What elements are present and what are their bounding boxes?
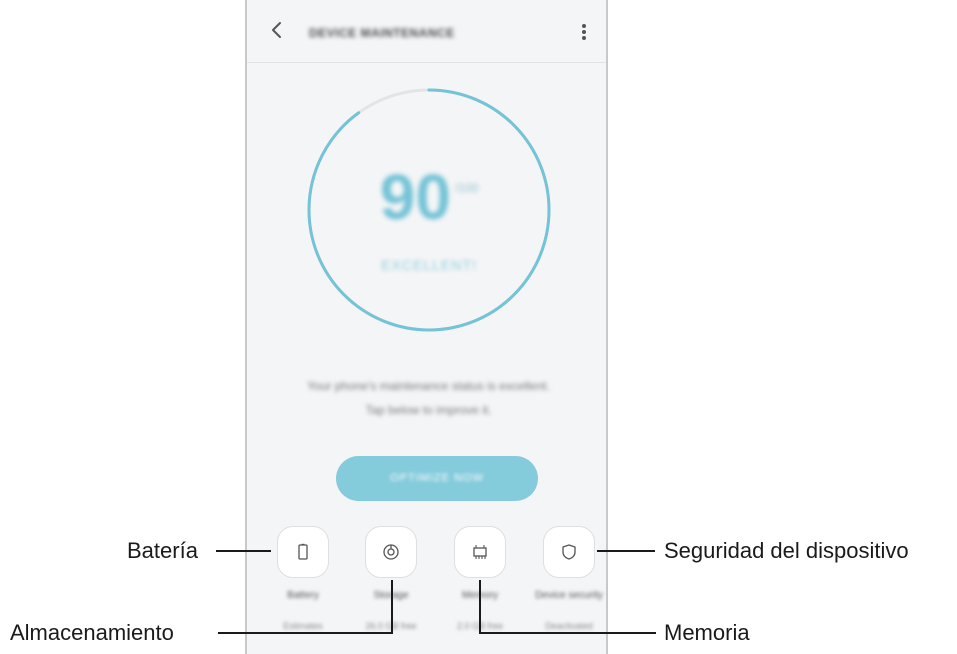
callout-battery: Batería <box>127 538 198 563</box>
callout-memory: Memoria <box>664 620 750 645</box>
score-status: EXCELLENT! <box>381 257 477 273</box>
page-title: DEVICE MAINTENANCE <box>309 26 455 40</box>
callout-storage-line-vertical <box>391 580 393 634</box>
app-bar: DEVICE MAINTENANCE <box>247 0 606 63</box>
callout-memory-line-vertical <box>479 580 481 634</box>
status-message: Your phone's maintenance status is excel… <box>267 374 590 422</box>
chevron-left-icon[interactable] <box>265 18 289 42</box>
battery-icon[interactable] <box>277 526 329 578</box>
optimize-now-button[interactable]: OPTIMIZE NOW <box>336 456 538 501</box>
callout-security-line <box>597 550 655 552</box>
category-device-security-label: Device security <box>535 590 603 601</box>
category-battery-sub: Estimates <box>283 621 323 631</box>
score-value: 90 <box>379 161 451 233</box>
callout-security: Seguridad del dispositivo <box>664 538 909 563</box>
status-message-line-1: Your phone's maintenance status is excel… <box>307 379 550 393</box>
callout-memory-line <box>479 632 656 634</box>
memory-chip-icon[interactable] <box>454 526 506 578</box>
status-message-line-2: Tap below to improve it. <box>365 403 492 417</box>
score-unit: /100 <box>454 181 479 195</box>
more-vertical-icon[interactable] <box>574 22 594 42</box>
category-battery[interactable]: Battery Estimates <box>263 526 343 631</box>
phone-screen: DEVICE MAINTENANCE 90/100 EXCELLENT! You… <box>245 0 608 654</box>
category-battery-label: Battery <box>287 590 319 601</box>
category-device-security-sub: Deactivated <box>545 621 593 631</box>
callout-storage-line <box>218 632 393 634</box>
storage-icon[interactable] <box>365 526 417 578</box>
optimize-now-label: OPTIMIZE NOW <box>390 472 484 484</box>
callout-battery-line <box>216 550 271 552</box>
score-ring: 90/100 EXCELLENT! <box>306 87 552 333</box>
score-display: 90/100 <box>306 165 552 229</box>
shield-icon[interactable] <box>543 526 595 578</box>
callout-storage: Almacenamiento <box>10 620 174 645</box>
category-device-security[interactable]: Device security Deactivated <box>529 526 606 631</box>
